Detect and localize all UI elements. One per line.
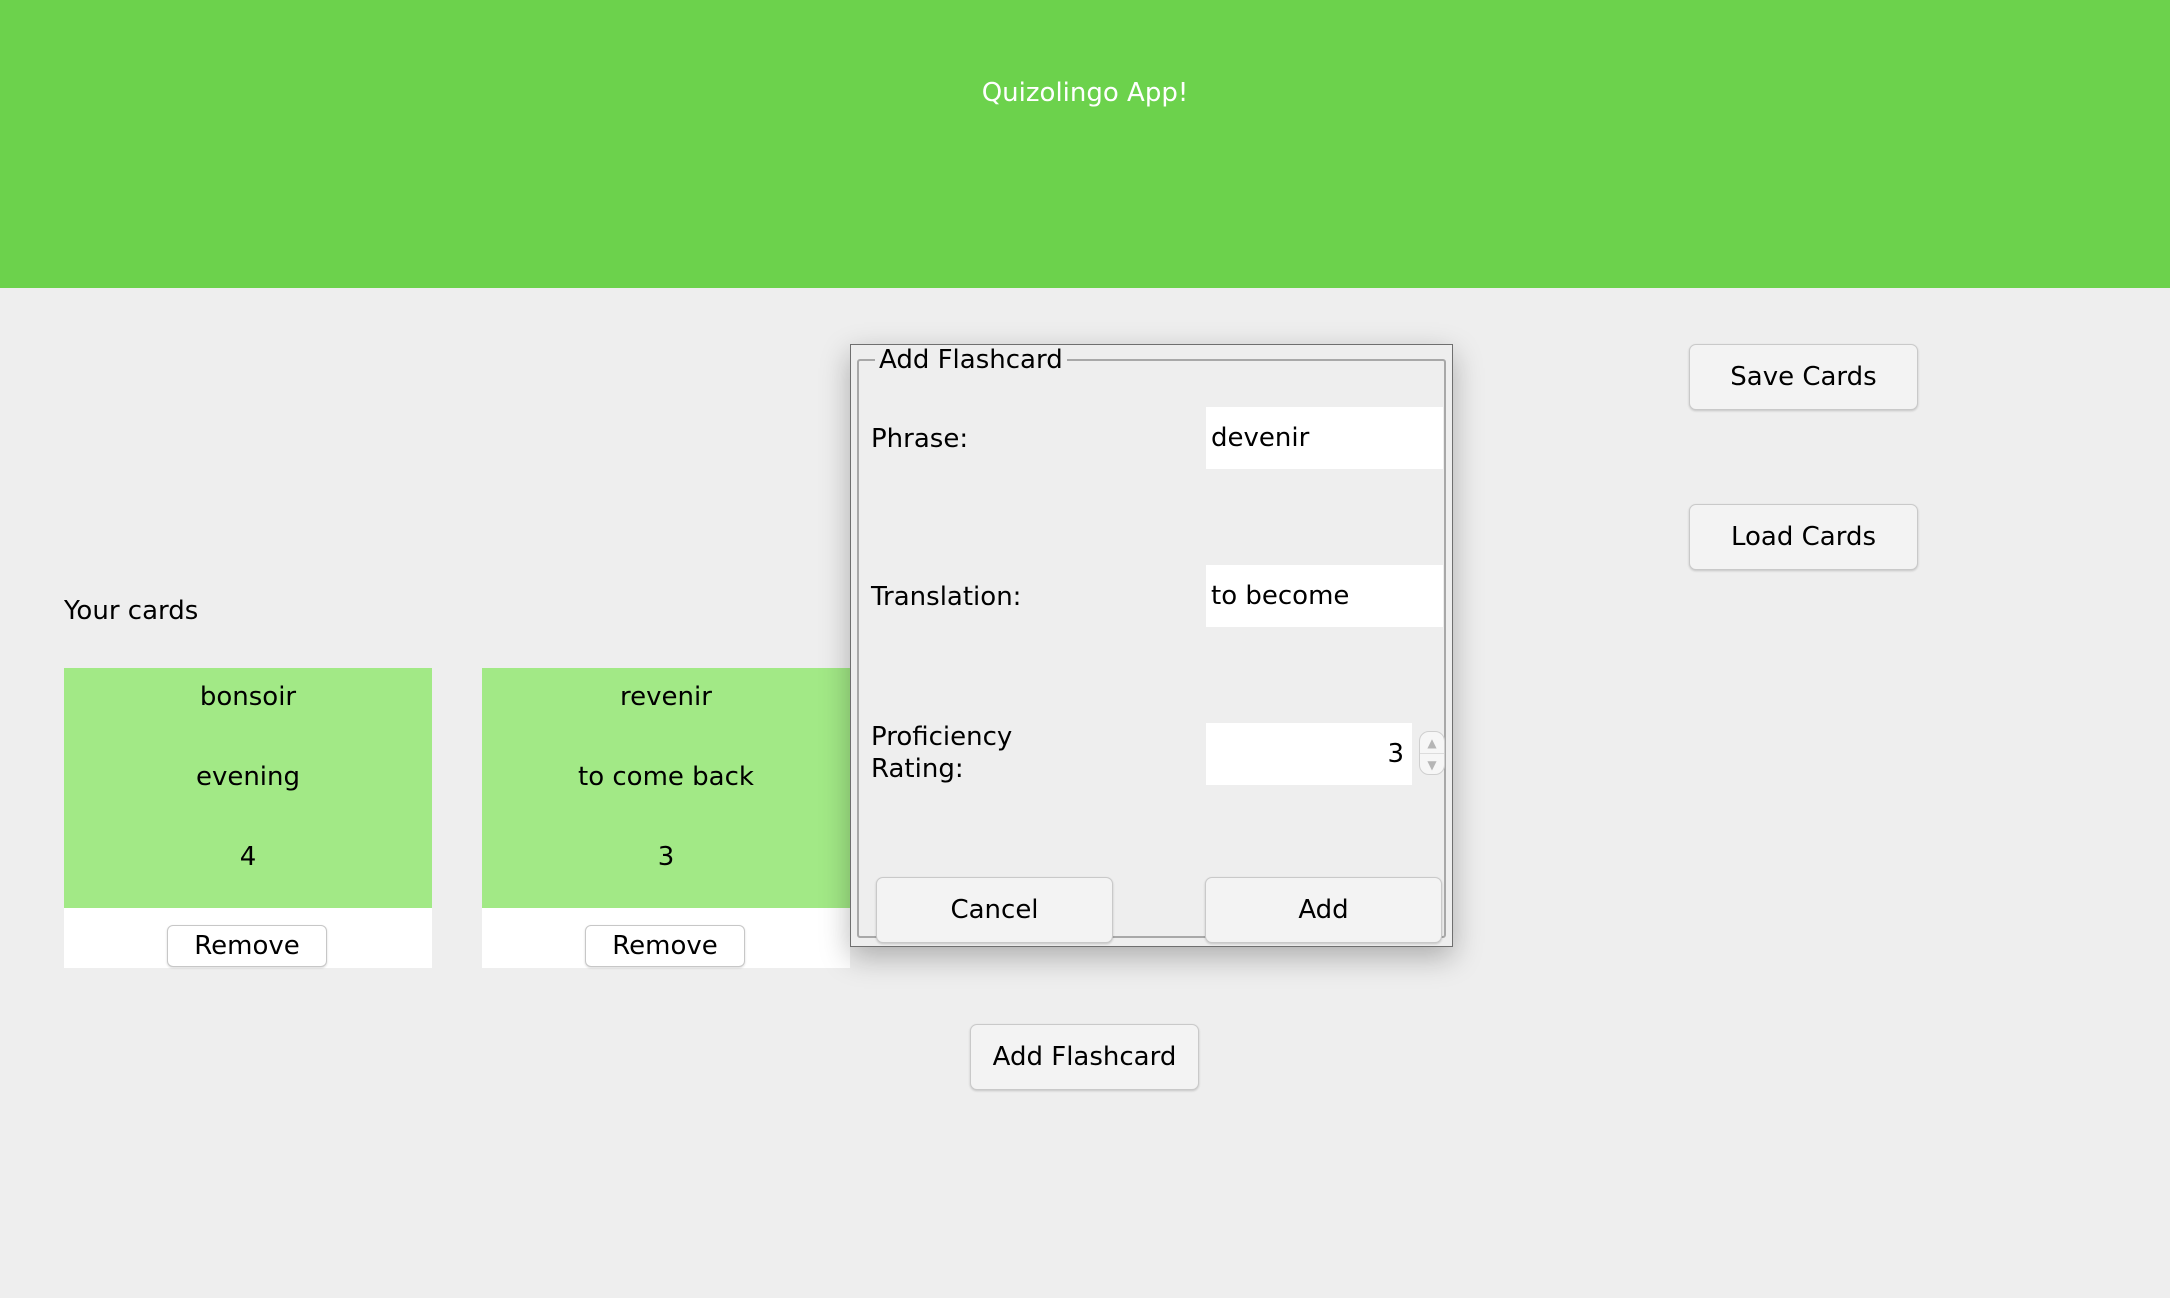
flashcard: revenir to come back 3 Remove xyxy=(482,668,850,968)
flashcard-face: bonsoir evening 4 xyxy=(64,668,432,908)
add-flashcard-dialog: Add Flashcard Phrase: devenir Translatio… xyxy=(850,344,1453,947)
flashcard: bonsoir evening 4 Remove xyxy=(64,668,432,968)
phrase-label: Phrase: xyxy=(871,424,969,454)
load-cards-button[interactable]: Load Cards xyxy=(1689,504,1918,570)
flashcard-phrase: revenir xyxy=(620,682,712,712)
dialog-title: Add Flashcard xyxy=(875,345,1067,375)
proficiency-rating-label-line1: Proficiency xyxy=(871,722,1013,752)
flashcard-translation: evening xyxy=(195,762,301,792)
translation-input[interactable]: to become xyxy=(1206,565,1443,627)
chevron-down-icon[interactable]: ▼ xyxy=(1420,753,1444,775)
cards-heading: Your cards xyxy=(64,596,199,626)
proficiency-rating-input[interactable]: 3 xyxy=(1206,723,1412,785)
dialog-fieldset: Add Flashcard Phrase: devenir Translatio… xyxy=(857,345,1446,943)
proficiency-rating-label-line2: Rating: xyxy=(871,754,964,784)
chevron-up-icon[interactable]: ▲ xyxy=(1420,732,1444,753)
app-title: Quizolingo App! xyxy=(981,78,1189,108)
save-cards-button[interactable]: Save Cards xyxy=(1689,344,1918,410)
flashcard-translation: to come back xyxy=(578,762,754,792)
add-button[interactable]: Add xyxy=(1205,877,1442,943)
flashcard-rating: 4 xyxy=(239,842,257,872)
remove-card-button[interactable]: Remove xyxy=(585,925,745,967)
phrase-input[interactable]: devenir xyxy=(1206,407,1443,469)
proficiency-rating-label: Proficiency Rating: xyxy=(871,721,1012,785)
rating-spinner: ▲ ▼ xyxy=(1419,731,1445,775)
cancel-button[interactable]: Cancel xyxy=(876,877,1113,943)
translation-label: Translation: xyxy=(871,582,1022,612)
flashcard-rating: 3 xyxy=(657,842,675,872)
app-header: Quizolingo App! xyxy=(0,0,2170,288)
add-flashcard-button[interactable]: Add Flashcard xyxy=(970,1024,1199,1090)
flashcard-phrase: bonsoir xyxy=(199,682,297,712)
remove-card-button[interactable]: Remove xyxy=(167,925,327,967)
flashcard-face: revenir to come back 3 xyxy=(482,668,850,908)
